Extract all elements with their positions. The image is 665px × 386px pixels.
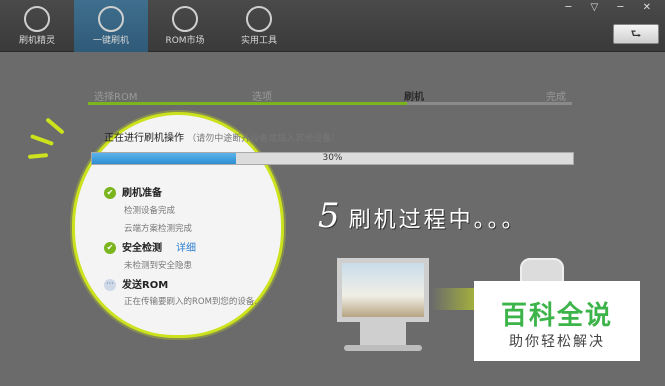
spark-decoration: [27, 153, 49, 159]
computer-base: [344, 345, 422, 351]
tool-label: 刷机精灵: [18, 36, 55, 46]
tool-label: 一键刷机: [92, 36, 129, 46]
subtask: 检测设备完成: [124, 206, 176, 216]
ellipsis-icon: ···: [104, 279, 116, 291]
robot-icon: [172, 6, 198, 32]
flash-progress-bar: 30%: [91, 152, 574, 165]
task-prepare: ✔ 刷机准备: [104, 184, 162, 199]
window-controls[interactable]: ─ ▽ ─ ✕: [565, 2, 659, 13]
tool-one-click-flash[interactable]: 一键刷机: [74, 0, 148, 52]
spark-decoration: [30, 134, 54, 146]
tool-utilities[interactable]: 实用工具: [222, 0, 296, 52]
computer-icon: [337, 258, 429, 322]
tool-flash-wizard[interactable]: 刷机精灵: [0, 0, 74, 52]
play-icon: [98, 6, 124, 32]
caption-text: 刷机过程中。。。: [348, 208, 527, 233]
tool-rom-market[interactable]: ROM市场: [148, 0, 222, 52]
step-indicator: 选择ROM 选项 刷机 完成: [88, 86, 572, 106]
subtask: 云端方案检测完成: [124, 224, 193, 234]
overlay-caption: 5 刷机过程中。。。: [318, 196, 527, 236]
step-flash: 刷机: [404, 92, 424, 103]
s-logo-icon: [24, 6, 50, 32]
progress-text: 30%: [322, 153, 343, 163]
task-name: 安全检测: [122, 243, 162, 254]
task-send-rom: ··· 发送ROM: [104, 276, 168, 291]
tool-label: ROM市场: [165, 36, 205, 46]
tool-label: 实用工具: [240, 36, 277, 46]
step-done: 完成: [546, 92, 566, 103]
return-button[interactable]: ⮑: [613, 24, 659, 44]
subtask: 正在传输要刷入的ROM到您的设备...: [124, 297, 263, 307]
check-icon: ✔: [104, 242, 116, 254]
panel-title: 正在进行刷机操作 （请勿中途断开设备或插入其他设备）: [104, 129, 340, 144]
subtask: 未检测到安全隐患: [124, 261, 193, 271]
watermark-logo: 百科全说 助你轻松解决: [474, 281, 640, 361]
flash-title: 正在进行刷机操作: [104, 133, 184, 144]
grid-icon: [246, 6, 272, 32]
check-icon: ✔: [104, 187, 116, 199]
task-name: 发送ROM: [122, 280, 169, 291]
step-progress: [88, 102, 408, 105]
spark-decoration: [45, 117, 65, 135]
task-name: 刷机准备: [122, 188, 162, 199]
step-select-rom: 选择ROM: [94, 92, 138, 103]
step-options: 选项: [252, 92, 272, 103]
main-toolbar: 刷机精灵 一键刷机 ROM市场 实用工具 ─ ▽ ─ ✕ ⮑: [0, 0, 665, 52]
caption-number: 5: [318, 196, 343, 236]
flash-tip: （请勿中途断开设备或插入其他设备）: [187, 134, 341, 144]
watermark-subtitle: 助你轻松解决: [509, 334, 605, 350]
details-link[interactable]: 详细: [176, 243, 196, 254]
task-security-check: ✔ 安全检测 详细: [104, 239, 196, 254]
watermark-title: 百科全说: [500, 301, 613, 331]
